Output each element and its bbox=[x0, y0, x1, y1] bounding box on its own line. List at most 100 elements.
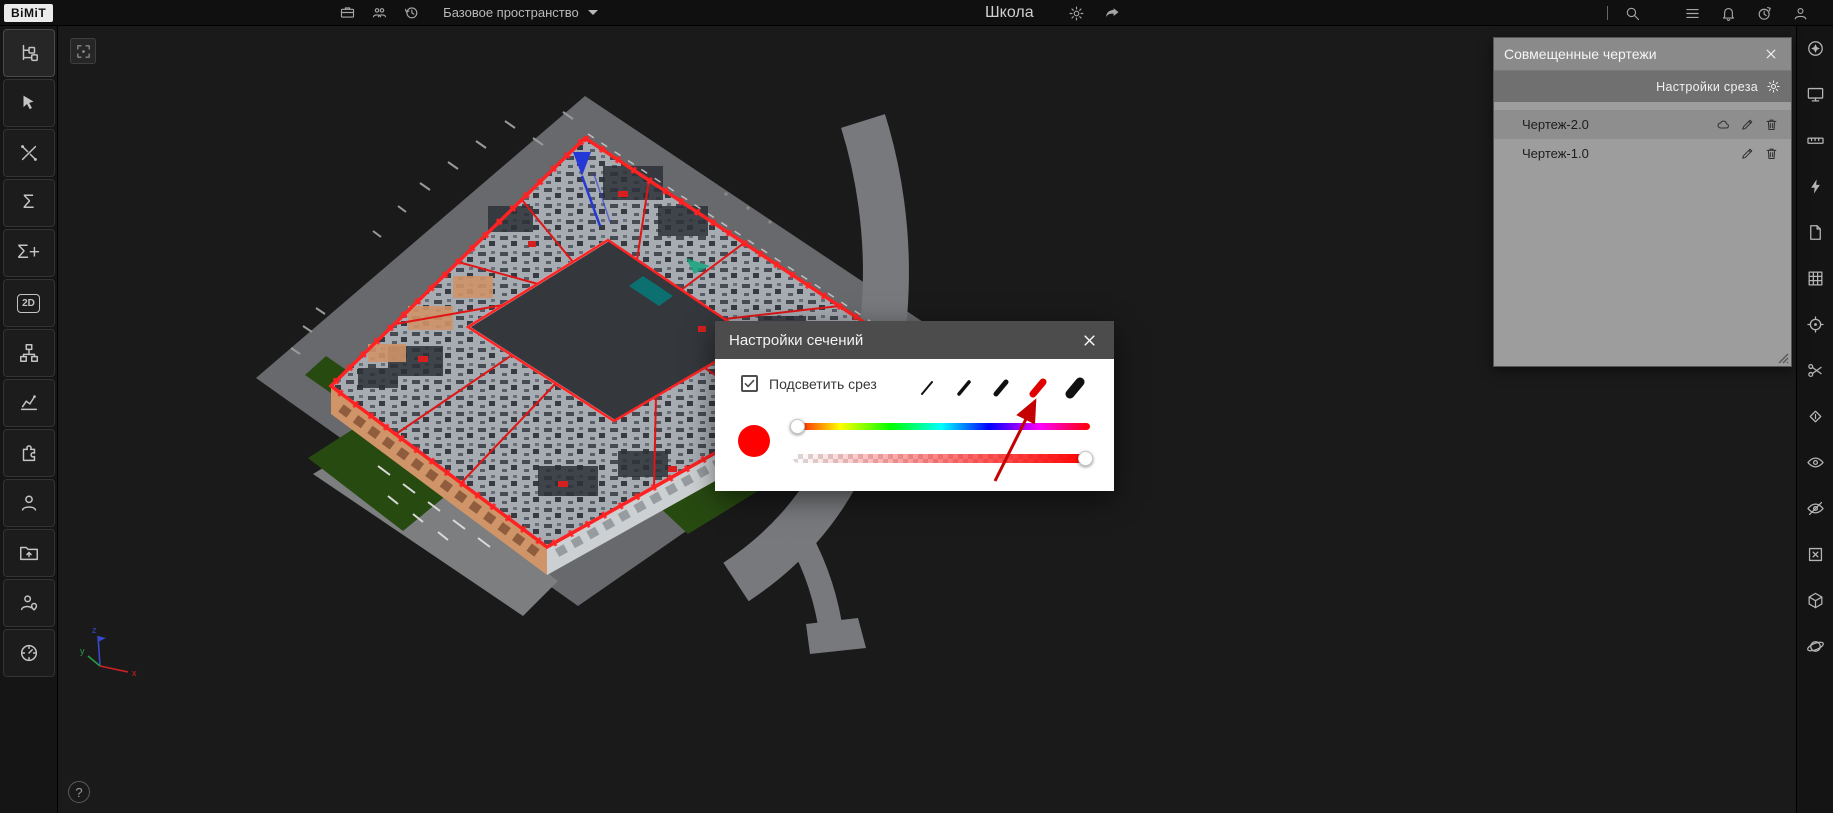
puzzle-icon bbox=[18, 442, 40, 464]
alpha-slider-handle[interactable] bbox=[1078, 451, 1093, 466]
tool-clear-box[interactable] bbox=[1804, 544, 1826, 564]
menu-button[interactable] bbox=[1678, 1, 1706, 25]
line-weight-option-5[interactable] bbox=[1063, 376, 1087, 400]
left-toolbar: Σ Σ+ 2D bbox=[0, 26, 58, 813]
history-clock-icon bbox=[403, 4, 420, 21]
shared-folder-icon bbox=[18, 542, 40, 564]
eye-icon bbox=[1806, 453, 1825, 472]
lightning-icon bbox=[1806, 177, 1825, 196]
fit-view-button[interactable] bbox=[70, 38, 96, 64]
cloud-sync-button[interactable] bbox=[1715, 117, 1731, 133]
alpha-slider[interactable] bbox=[793, 454, 1090, 463]
drawing-row[interactable]: Чертеж-1.0 bbox=[1494, 139, 1791, 168]
search-button[interactable] bbox=[1618, 1, 1646, 25]
history-button[interactable] bbox=[397, 1, 425, 25]
axis-gizmo: x z y bbox=[80, 625, 137, 678]
edit-drawing-button[interactable] bbox=[1739, 117, 1755, 133]
workspace-selector[interactable]: Базовое пространство bbox=[443, 5, 598, 20]
tool-structure[interactable] bbox=[3, 329, 55, 377]
line-weight-option-3[interactable] bbox=[989, 376, 1013, 400]
tool-model-tree[interactable] bbox=[3, 29, 55, 77]
tool-screen-cast[interactable] bbox=[1804, 84, 1826, 104]
line-weight-option-2[interactable] bbox=[952, 376, 976, 400]
project-title: Школа bbox=[985, 0, 1034, 26]
hue-slider[interactable] bbox=[793, 423, 1090, 430]
team-icon bbox=[371, 4, 388, 21]
section-settings-button[interactable]: Настройки среза bbox=[1494, 71, 1791, 102]
clip-plane-icon bbox=[1806, 407, 1825, 426]
tool-show-elements[interactable] bbox=[1804, 452, 1826, 472]
drawings-panel: Совмещенные чертежи Настройки среза Черт… bbox=[1493, 37, 1792, 367]
current-color-swatch[interactable] bbox=[738, 425, 770, 457]
close-icon bbox=[1764, 47, 1778, 61]
tool-view-compass[interactable] bbox=[1804, 38, 1826, 58]
tool-hide-elements[interactable] bbox=[1804, 498, 1826, 518]
hue-slider-handle[interactable] bbox=[790, 419, 805, 434]
tool-quick-section[interactable] bbox=[1804, 176, 1826, 196]
drawings-list: Чертеж-2.0 Чертеж-1.0 bbox=[1494, 110, 1791, 168]
row-actions bbox=[1739, 146, 1779, 162]
tool-clash-detection[interactable] bbox=[3, 129, 55, 177]
tool-dashboard[interactable] bbox=[3, 629, 55, 677]
user-location-icon bbox=[18, 592, 40, 614]
screen-icon bbox=[1806, 85, 1825, 104]
time-tracking-button[interactable] bbox=[1750, 1, 1778, 25]
line-weight-option-4-selected[interactable] bbox=[1026, 376, 1050, 400]
panel-resize-handle[interactable] bbox=[1777, 352, 1789, 364]
sigma-plus-icon: Σ+ bbox=[17, 242, 40, 264]
projects-button[interactable] bbox=[333, 1, 361, 25]
dialog-close-button[interactable] bbox=[1078, 329, 1100, 351]
row-actions bbox=[1715, 117, 1779, 133]
tool-sum[interactable]: Σ bbox=[3, 179, 55, 227]
drawing-row[interactable]: Чертеж-2.0 bbox=[1494, 110, 1791, 139]
tool-sum-plus[interactable]: Σ+ bbox=[3, 229, 55, 277]
drawings-panel-close-button[interactable] bbox=[1761, 44, 1781, 64]
scissors-icon bbox=[1806, 361, 1825, 380]
line-weight-option-1[interactable] bbox=[915, 376, 939, 400]
fit-view-icon bbox=[75, 43, 92, 60]
dialog-header[interactable]: Настройки сечений bbox=[715, 321, 1114, 359]
grid-icon bbox=[1806, 269, 1825, 288]
profile-button[interactable] bbox=[1786, 1, 1814, 25]
bell-icon bbox=[1720, 5, 1737, 22]
orbit-icon bbox=[1806, 637, 1825, 656]
gauge-icon bbox=[18, 642, 40, 664]
tool-orbit[interactable] bbox=[1804, 636, 1826, 656]
notifications-button[interactable] bbox=[1714, 1, 1742, 25]
tool-user-location[interactable] bbox=[3, 579, 55, 627]
tool-clip-plane[interactable] bbox=[1804, 406, 1826, 426]
share-button[interactable] bbox=[1098, 1, 1126, 25]
model-tree-icon bbox=[18, 42, 40, 64]
drawing-label: Чертеж-2.0 bbox=[1522, 117, 1589, 132]
tool-view-cube[interactable] bbox=[1804, 590, 1826, 610]
tool-grid-table[interactable] bbox=[1804, 268, 1826, 288]
document-icon bbox=[1806, 223, 1825, 242]
delete-drawing-button[interactable] bbox=[1763, 117, 1779, 133]
help-button[interactable]: ? bbox=[68, 781, 90, 803]
team-button[interactable] bbox=[365, 1, 393, 25]
edit-drawing-button[interactable] bbox=[1739, 146, 1755, 162]
compass-icon bbox=[1806, 39, 1825, 58]
logo-bimit[interactable]: BiMiT bbox=[4, 4, 53, 22]
delete-drawing-button[interactable] bbox=[1763, 146, 1779, 162]
tool-2d-drawings[interactable]: 2D bbox=[3, 279, 55, 327]
tool-select[interactable] bbox=[3, 79, 55, 127]
axis-z-label: z bbox=[92, 625, 97, 635]
tool-documents[interactable] bbox=[1804, 222, 1826, 242]
tool-focus-center[interactable] bbox=[1804, 314, 1826, 334]
project-settings-button[interactable] bbox=[1062, 1, 1090, 25]
drawing-label: Чертеж-1.0 bbox=[1522, 146, 1589, 161]
trash-icon bbox=[1764, 117, 1779, 132]
tool-plugins[interactable] bbox=[3, 429, 55, 477]
user-icon bbox=[1792, 5, 1809, 22]
section-settings-dialog: Настройки сечений Подсветить срез bbox=[715, 321, 1114, 491]
highlight-section-checkbox[interactable] bbox=[741, 375, 758, 392]
tool-charts[interactable] bbox=[3, 379, 55, 427]
eye-off-icon bbox=[1806, 499, 1825, 518]
tool-shared-folder[interactable] bbox=[3, 529, 55, 577]
tool-users[interactable] bbox=[3, 479, 55, 527]
clash-icon bbox=[18, 142, 40, 164]
tool-section-cut[interactable] bbox=[1804, 360, 1826, 380]
check-icon bbox=[743, 377, 756, 390]
tool-measure[interactable] bbox=[1804, 130, 1826, 150]
